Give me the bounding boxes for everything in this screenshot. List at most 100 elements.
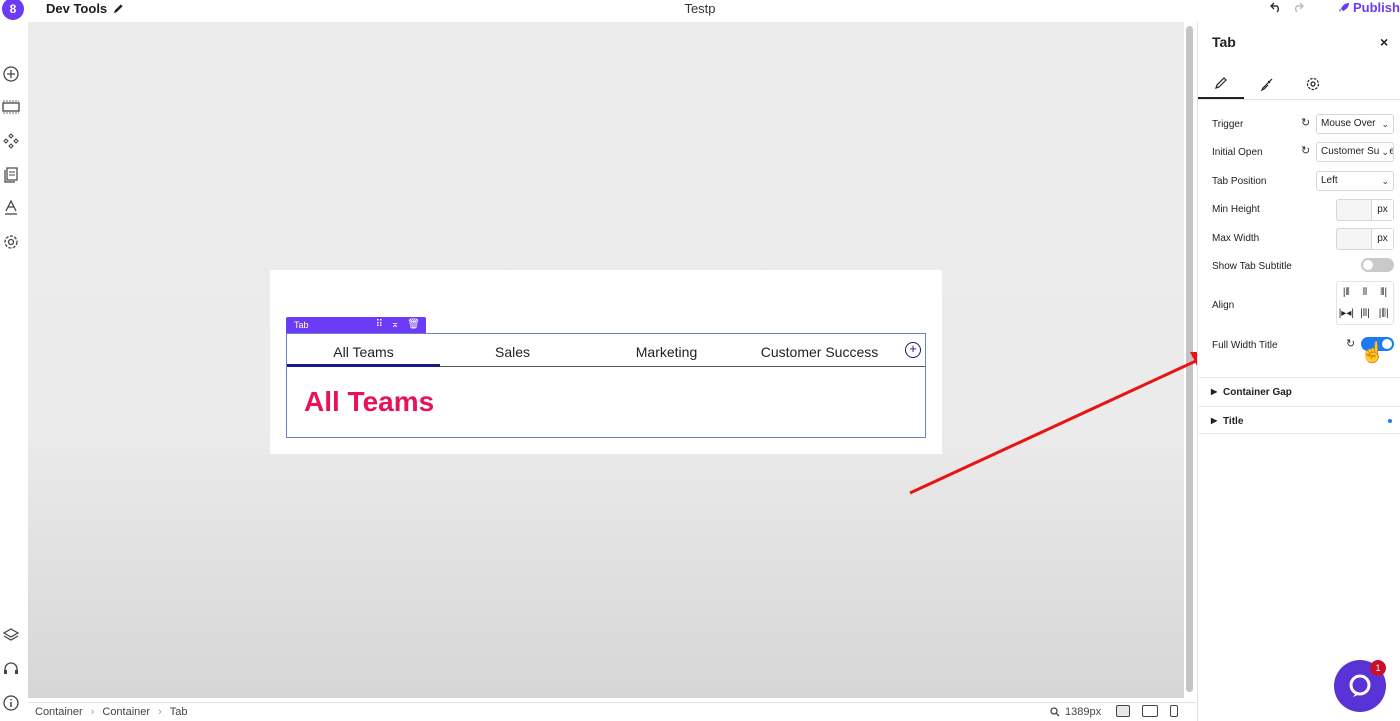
desktop-icon[interactable] [1116, 705, 1130, 717]
undo-icon[interactable] [1270, 1, 1282, 16]
min-height-label: Min Height [1212, 204, 1260, 215]
panel-title: Tab [1212, 34, 1236, 50]
trigger-label: Trigger [1212, 119, 1244, 130]
tab-position-select[interactable]: Left ⌄ [1316, 171, 1394, 191]
breadcrumb-item[interactable]: Container [102, 706, 150, 718]
add-tab-icon[interactable]: + [905, 342, 921, 358]
drag-handle-icon[interactable]: ⠿ [376, 319, 383, 330]
caret-right-icon: ▶ [1211, 387, 1218, 396]
tab-position-row: Tab Position Left ⌄ [1212, 171, 1394, 191]
close-icon[interactable]: × [1380, 34, 1388, 50]
edit-pencil-icon[interactable] [113, 3, 124, 14]
align-stretch-icon[interactable]: |⫼| [1379, 308, 1389, 319]
section-container-gap[interactable]: ▶ Container Gap [1198, 377, 1400, 405]
align-label: Align [1212, 300, 1235, 311]
unit-select[interactable]: px [1371, 200, 1393, 220]
components-icon[interactable] [2, 132, 20, 150]
select-parent-icon[interactable]: ⌅ [391, 319, 399, 330]
tab-sales[interactable]: Sales [436, 334, 589, 367]
device-switcher [1116, 705, 1178, 717]
info-icon[interactable] [2, 694, 20, 712]
search-icon [1050, 707, 1060, 717]
rocket-icon [1339, 2, 1349, 12]
tab-content-pencil-icon[interactable] [1198, 68, 1244, 99]
canvas-width-readout[interactable]: 1389px [1050, 706, 1101, 718]
align-right-icon[interactable]: ⫴| [1380, 287, 1387, 298]
tab-advanced-gear-icon[interactable] [1290, 68, 1336, 99]
show-subtitle-toggle[interactable] [1361, 258, 1394, 272]
chat-icon [1349, 674, 1371, 697]
tab-content-heading: All Teams [304, 386, 435, 417]
chevron-down-icon: ⌄ [1381, 176, 1389, 186]
min-height-input[interactable]: px [1336, 199, 1394, 221]
full-width-title-label: Full Width Title [1212, 340, 1278, 351]
toggle-knob [1363, 260, 1373, 270]
align-row: Align |⫴ ⫴ ⫴| |▸◂| |⫴| |⫼| [1212, 281, 1394, 325]
breadcrumb-item[interactable]: Tab [170, 706, 188, 718]
reset-icon[interactable]: ↻ [1301, 116, 1310, 129]
pointer-hand-cursor: ☝ [1360, 342, 1385, 364]
tab-widget[interactable]: All Teams Sales Marketing Customer Succe… [286, 333, 926, 438]
typography-icon[interactable] [2, 199, 20, 217]
section-title[interactable]: ▶ Title [1198, 406, 1400, 434]
mobile-icon[interactable] [1170, 705, 1178, 717]
redo-icon[interactable] [1292, 1, 1304, 16]
tab-marketing[interactable]: Marketing [590, 334, 743, 367]
project-name[interactable]: Dev Tools [46, 1, 124, 16]
tablet-icon[interactable] [1142, 705, 1158, 717]
tab-element-tag-label: Tab [294, 320, 309, 330]
align-options: |⫴ ⫴ ⫴| |▸◂| |⫴| |⫼| [1336, 281, 1394, 325]
section-icon[interactable] [2, 98, 20, 116]
chevron-down-icon: ⌄ [1381, 119, 1389, 129]
align-left-icon[interactable]: |⫴ [1343, 287, 1350, 298]
initial-open-row: Initial Open ↻ Customer Success ⌄ [1212, 142, 1394, 162]
tab-position-value: Left [1321, 175, 1338, 186]
add-icon[interactable] [2, 65, 20, 83]
tab-customer-success[interactable]: Customer Success [743, 334, 896, 367]
tab-nav: All Teams Sales Marketing Customer Succe… [287, 334, 925, 367]
unit-select[interactable]: px [1371, 229, 1393, 249]
document-title: Testp [684, 1, 716, 16]
app-logo[interactable]: 8 [2, 0, 24, 20]
max-width-row: Max Width px [1212, 228, 1394, 250]
pages-icon[interactable] [2, 166, 20, 184]
tab-element-tag[interactable]: Tab ⠿ ⌅ 🗑 [286, 317, 426, 333]
left-toolbar [0, 20, 22, 721]
max-width-label: Max Width [1212, 233, 1260, 244]
app-logo-glyph: 8 [9, 2, 17, 16]
settings-icon[interactable] [2, 233, 20, 251]
show-subtitle-row: Show Tab Subtitle [1212, 256, 1394, 276]
trigger-value: Mouse Over [1321, 118, 1376, 129]
chevron-down-icon: ⌄ [1379, 143, 1389, 161]
top-bar: 8 Dev Tools Testp Publish [0, 0, 1400, 20]
publish-label: Publish [1353, 0, 1400, 15]
caret-right-icon: ▶ [1211, 416, 1218, 425]
breadcrumb: Container › Container › Tab [35, 706, 188, 718]
trigger-select[interactable]: Mouse Over ⌄ [1316, 114, 1394, 134]
project-name-label: Dev Tools [46, 1, 108, 16]
layers-icon[interactable] [2, 626, 20, 644]
publish-button[interactable]: Publish [1338, 0, 1400, 15]
initial-open-select[interactable]: Customer Success ⌄ [1316, 142, 1394, 162]
status-bar: Container › Container › Tab 1389px [28, 702, 1196, 721]
properties-panel: Tab × Trigger ↻ Mouse Over ⌄ Initial Ope… [1197, 22, 1400, 721]
section-label: Container Gap [1223, 387, 1292, 398]
breadcrumb-item[interactable]: Container [35, 706, 83, 718]
align-center-icon[interactable]: ⫴ [1363, 287, 1367, 298]
delete-icon[interactable]: 🗑 [407, 319, 420, 330]
initial-open-label: Initial Open [1212, 147, 1263, 158]
align-space-around-icon[interactable]: |⫴| [1360, 308, 1369, 319]
reset-icon[interactable]: ↻ [1346, 337, 1355, 350]
chevron-right-icon: › [158, 706, 162, 718]
panel-tabs [1198, 68, 1400, 100]
align-space-between-icon[interactable]: |▸◂| [1339, 308, 1354, 319]
max-width-input[interactable]: px [1336, 228, 1394, 250]
notification-badge: 1 [1370, 660, 1386, 676]
tab-position-label: Tab Position [1212, 176, 1267, 187]
tab-all-teams[interactable]: All Teams [287, 334, 440, 367]
support-icon[interactable] [2, 660, 20, 678]
canvas-scrollbar[interactable] [1186, 26, 1193, 692]
tab-style-brush-icon[interactable] [1244, 68, 1290, 99]
reset-icon[interactable]: ↻ [1301, 144, 1310, 157]
section-label: Title [1223, 416, 1244, 427]
